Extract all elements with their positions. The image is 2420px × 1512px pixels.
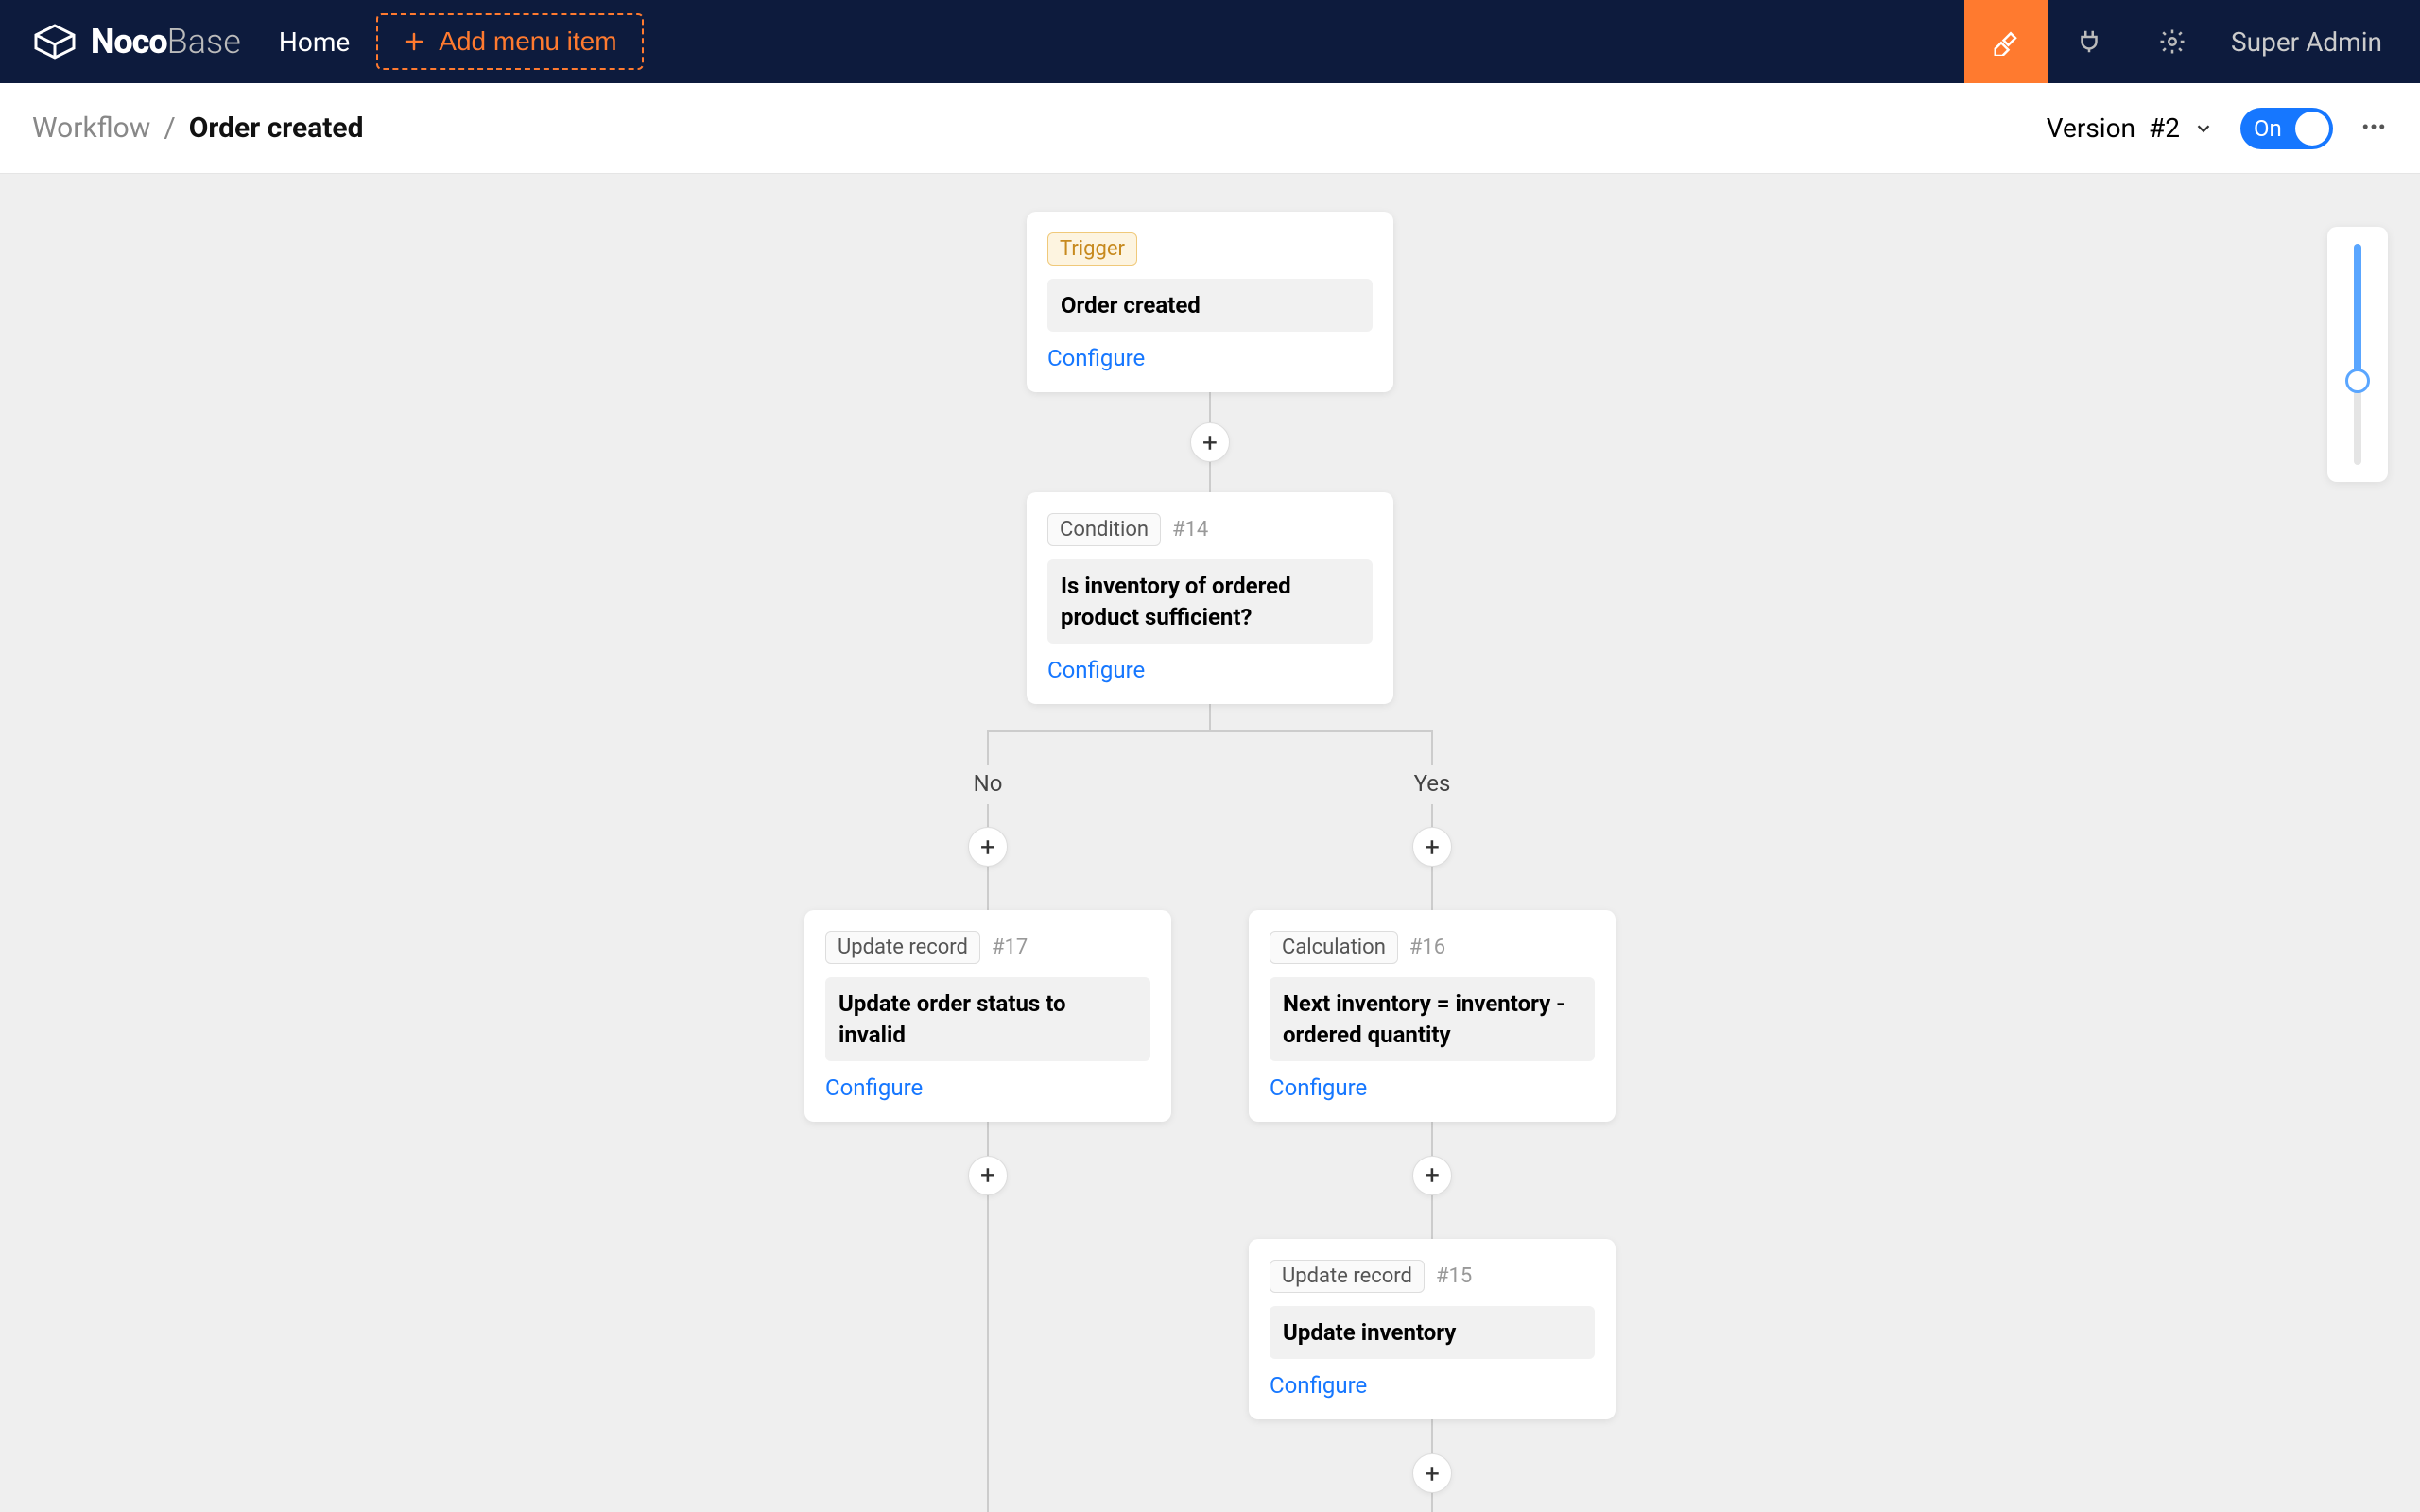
- top-nav: NocoBase Home Add menu item Super Admin: [0, 0, 2420, 83]
- nav-home[interactable]: Home: [279, 26, 350, 58]
- breadcrumb-root[interactable]: Workflow: [32, 112, 150, 145]
- version-label: Version: [2047, 112, 2135, 144]
- add-node-yes-after-button[interactable]: +: [1412, 1453, 1452, 1493]
- gear-icon: [2158, 27, 2187, 56]
- add-menu-item-button[interactable]: Add menu item: [376, 13, 643, 70]
- node-condition-num: #14: [1172, 518, 1208, 541]
- workflow-canvas[interactable]: Trigger Order created Configure + Condit…: [0, 174, 2420, 1512]
- node-calc-right-configure[interactable]: Configure: [1270, 1074, 1595, 1101]
- design-mode-button[interactable]: [1964, 0, 2048, 83]
- zoom-fill: [2354, 244, 2361, 381]
- node-update-right-title[interactable]: Update inventory: [1270, 1306, 1595, 1359]
- node-update-right[interactable]: Update record #15 Update inventory Confi…: [1249, 1239, 1616, 1419]
- toggle-knob: [2295, 112, 2329, 146]
- breadcrumb-separator: /: [164, 112, 175, 145]
- toggle-label: On: [2254, 115, 2282, 142]
- node-update-left-num: #17: [992, 936, 1028, 959]
- logo-icon: [32, 24, 78, 60]
- node-trigger[interactable]: Trigger Order created Configure: [1027, 212, 1393, 392]
- node-condition[interactable]: Condition #14 Is inventory of ordered pr…: [1027, 492, 1393, 704]
- more-actions-button[interactable]: [2360, 112, 2388, 145]
- node-update-left-title[interactable]: Update order status to invalid: [825, 977, 1150, 1061]
- node-tag-update-right: Update record: [1270, 1260, 1425, 1293]
- plugin-manager-button[interactable]: [2048, 0, 2131, 83]
- logo-text-bold: Noco: [91, 22, 167, 61]
- chevron-down-icon: [2193, 118, 2214, 139]
- add-node-yes-mid-button[interactable]: +: [1412, 1156, 1452, 1195]
- branch-no: No + Update record #17 Update order stat…: [766, 730, 1210, 1512]
- branch-yes-label: Yes: [1414, 770, 1451, 797]
- node-trigger-configure[interactable]: Configure: [1047, 345, 1373, 371]
- zoom-handle[interactable]: [2345, 369, 2370, 393]
- version-value: #2: [2149, 112, 2180, 144]
- add-node-no-after-button[interactable]: +: [968, 1156, 1008, 1195]
- highlighter-icon: [1992, 27, 2020, 56]
- logo-text-light: Base: [167, 22, 241, 61]
- zoom-panel: [2327, 227, 2388, 482]
- node-update-right-configure[interactable]: Configure: [1270, 1372, 1595, 1399]
- branch-yes: Yes + Calculation #16 Next inventory = i…: [1210, 730, 1654, 1512]
- node-update-left[interactable]: Update record #17 Update order status to…: [804, 910, 1171, 1122]
- logo: NocoBase: [32, 22, 241, 61]
- page-title: Order created: [189, 112, 364, 145]
- nav-actions: Super Admin: [1964, 0, 2388, 83]
- node-condition-configure[interactable]: Configure: [1047, 657, 1373, 683]
- sub-header: Workflow / Order created Version #2 On: [0, 83, 2420, 174]
- version-selector[interactable]: Version #2: [2047, 112, 2214, 144]
- node-tag-calc: Calculation: [1270, 931, 1398, 964]
- node-tag-trigger: Trigger: [1047, 232, 1137, 266]
- node-update-right-num: #15: [1436, 1264, 1472, 1288]
- breadcrumb: Workflow / Order created: [32, 112, 364, 145]
- node-tag-update-left: Update record: [825, 931, 980, 964]
- add-menu-item-label: Add menu item: [439, 26, 616, 57]
- node-tag-condition: Condition: [1047, 513, 1161, 546]
- branch-top-connector: [988, 730, 1432, 732]
- zoom-slider[interactable]: [2354, 244, 2361, 465]
- plus-icon: [403, 30, 425, 53]
- settings-button[interactable]: [2131, 0, 2214, 83]
- add-node-button[interactable]: +: [1190, 422, 1230, 462]
- ellipsis-icon: [2360, 112, 2388, 141]
- workflow-enabled-toggle[interactable]: On: [2240, 108, 2333, 149]
- add-node-no-button[interactable]: +: [968, 827, 1008, 867]
- node-calc-right-num: #16: [1409, 936, 1445, 959]
- add-node-yes-button[interactable]: +: [1412, 827, 1452, 867]
- workflow-flow: Trigger Order created Configure + Condit…: [766, 212, 1654, 1512]
- node-calc-right[interactable]: Calculation #16 Next inventory = invento…: [1249, 910, 1616, 1122]
- user-menu[interactable]: Super Admin: [2231, 26, 2382, 58]
- plug-icon: [2075, 27, 2103, 56]
- node-update-left-configure[interactable]: Configure: [825, 1074, 1150, 1101]
- node-calc-right-title[interactable]: Next inventory = inventory - ordered qua…: [1270, 977, 1595, 1061]
- branch-no-label: No: [974, 770, 1003, 797]
- node-trigger-title[interactable]: Order created: [1047, 279, 1373, 332]
- node-condition-title[interactable]: Is inventory of ordered product sufficie…: [1047, 559, 1373, 644]
